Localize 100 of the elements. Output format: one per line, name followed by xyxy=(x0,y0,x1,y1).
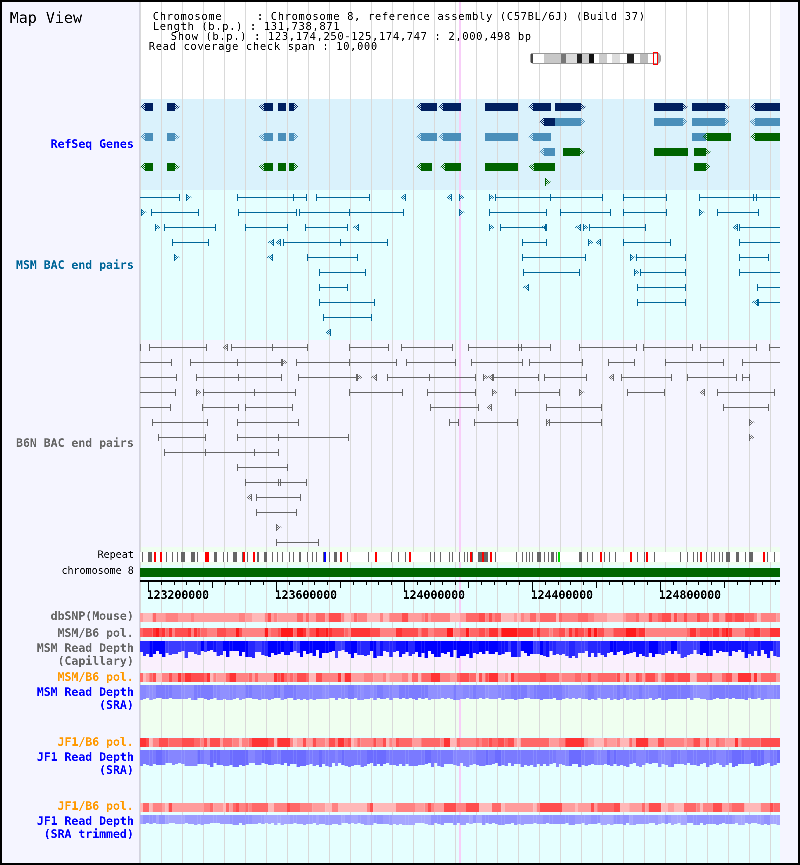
bac-pair-span xyxy=(717,389,775,396)
bac-pair-span xyxy=(549,419,602,426)
bac-pair-span xyxy=(623,194,667,201)
gene-feature xyxy=(289,103,299,111)
triangle-marker-icon xyxy=(541,224,547,231)
triangle-marker-icon xyxy=(357,374,363,381)
region-info-text: Chromosome : Chromosome 8, reference assembly (C57BL/6J) (Build 37) xyxy=(153,12,646,22)
triangle-marker-icon xyxy=(400,194,406,201)
track-label: MSM/B6 pol. xyxy=(58,671,134,684)
bac-pair-span xyxy=(237,464,288,471)
triangle-marker-icon xyxy=(186,194,192,201)
gene-feature xyxy=(694,148,711,156)
gene-feature xyxy=(485,163,518,171)
bac-pair-span xyxy=(172,239,209,246)
track-label: JF1/B6 pol. xyxy=(58,800,134,813)
bac-pair-span xyxy=(757,284,780,291)
triangle-marker-icon xyxy=(155,224,161,231)
triangle-marker-icon xyxy=(446,194,452,201)
gene-feature xyxy=(563,148,585,156)
bac-pair-span xyxy=(349,344,389,351)
bac-pair-span xyxy=(515,389,560,396)
bac-pair-span xyxy=(237,194,307,201)
bac-pair-span xyxy=(151,209,199,216)
gene-feature xyxy=(694,163,711,171)
gene-feature xyxy=(278,163,286,171)
bac-pair-span xyxy=(245,479,307,486)
gene-feature xyxy=(278,133,286,141)
triangle-marker-icon xyxy=(459,194,465,201)
gene-feature xyxy=(654,103,688,111)
bac-pair-span xyxy=(256,509,297,516)
track-label: JF1 Read Depth (SRA) xyxy=(36,751,134,777)
bac-pair-span xyxy=(643,344,693,351)
bac-pair-span xyxy=(623,209,667,216)
triangle-marker-icon xyxy=(325,329,331,336)
bac-pair-span xyxy=(245,224,288,231)
gene-feature xyxy=(259,163,273,171)
bac-pair-span xyxy=(152,419,208,426)
triangle-marker-icon xyxy=(630,254,636,261)
triangle-marker-icon xyxy=(699,209,705,216)
track-label: RefSeq Genes xyxy=(50,138,134,151)
bac-pair-span xyxy=(140,389,176,396)
bac-pair-span xyxy=(579,344,637,351)
gene-feature xyxy=(289,133,299,141)
bac-pair-span xyxy=(245,404,293,411)
triangle-marker-icon xyxy=(486,404,492,411)
panel-title: Map View xyxy=(10,9,82,27)
gene-feature xyxy=(529,163,555,171)
bac-pair-span xyxy=(349,389,403,396)
bac-pair-span xyxy=(323,314,372,321)
triangle-marker-icon xyxy=(699,389,705,396)
bac-pair-span xyxy=(742,359,780,366)
gene-feature xyxy=(654,148,688,156)
gene-feature xyxy=(750,118,780,126)
gene-feature xyxy=(485,103,518,111)
axis-tick-label: 124000000 xyxy=(403,588,466,602)
bac-pair-span xyxy=(158,434,206,441)
bac-pair-span xyxy=(636,254,686,261)
bac-pair-span xyxy=(307,254,358,261)
bac-pair-span xyxy=(627,389,665,396)
bac-pair-span xyxy=(560,209,611,216)
triangle-marker-icon xyxy=(523,284,529,291)
triangle-marker-icon xyxy=(222,344,228,351)
bac-pair-span xyxy=(723,404,769,411)
triangle-marker-icon xyxy=(634,269,640,276)
bac-pair-span xyxy=(471,359,523,366)
gene-feature xyxy=(167,133,180,141)
bac-pair-span xyxy=(544,374,587,381)
triangle-marker-icon xyxy=(267,254,273,261)
track-label: JF1 Read Depth (SRA trimmed) xyxy=(36,815,134,841)
bac-pair-span xyxy=(489,209,547,216)
axis-tick-label: 124800000 xyxy=(659,588,722,602)
triangle-marker-icon xyxy=(276,524,282,531)
bac-pair-span xyxy=(739,254,769,261)
track-label: dbSNP(Mouse) xyxy=(50,610,134,623)
gene-feature xyxy=(692,118,730,126)
gene-feature xyxy=(167,163,180,171)
gene-feature xyxy=(259,103,273,111)
triangle-marker-icon xyxy=(353,224,359,231)
bac-pair-span xyxy=(319,299,375,306)
triangle-marker-icon xyxy=(371,374,377,381)
bac-pair-span xyxy=(742,374,750,381)
bac-pair-span xyxy=(523,269,580,276)
bac-pair-span xyxy=(522,254,586,261)
bac-pair-span xyxy=(589,224,646,231)
gene-feature xyxy=(416,163,432,171)
bac-pair-span xyxy=(238,209,297,216)
triangle-marker-icon xyxy=(749,419,755,426)
triangle-marker-icon xyxy=(196,389,202,396)
bac-pair-span xyxy=(406,359,456,366)
gene-feature xyxy=(278,103,286,111)
gene-feature xyxy=(289,163,299,171)
bac-pair-span xyxy=(319,284,348,291)
bac-pair-span xyxy=(430,404,479,411)
track-label: chromosome 8 xyxy=(62,566,134,578)
triangle-marker-icon xyxy=(489,224,495,231)
gene-feature xyxy=(485,133,518,141)
track-label: MSM Read Depth (SRA) xyxy=(36,686,134,712)
triangle-marker-icon xyxy=(141,209,147,216)
track-label: JF1/B6 pol. xyxy=(58,736,134,749)
bac-pair-span xyxy=(256,494,301,501)
